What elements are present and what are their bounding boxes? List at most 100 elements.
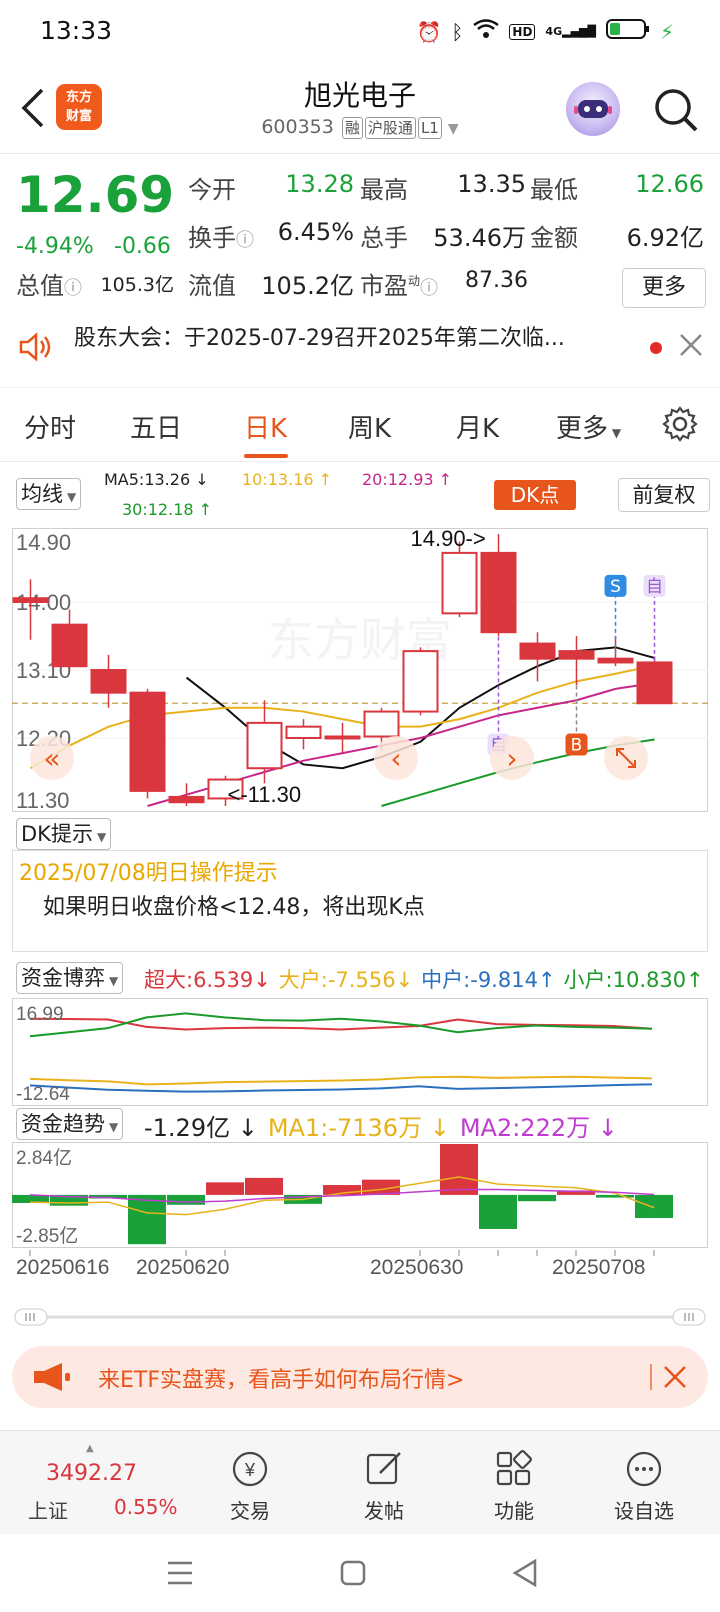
float-value: 105.2亿 [261, 272, 354, 300]
hint-text: 如果明日收盘价格<12.48，将出现K点 [43, 895, 425, 920]
candle-body [636, 661, 673, 705]
candle-body [90, 669, 127, 694]
announcement-bar[interactable]: 股东大会：于2025-07-29召开2025年第二次临... [0, 318, 720, 388]
price-adjust-button[interactable]: 前复权 [618, 478, 710, 512]
candle-body [519, 642, 556, 660]
dk-hint-box: 2025/07/08明日操作提示 如果明日收盘价格<12.48，将出现K点 [12, 850, 708, 952]
search-icon[interactable] [652, 86, 700, 138]
fund-game-chart[interactable]: 16.99 -12.64 [12, 998, 708, 1106]
candle-body [51, 623, 88, 668]
fund-trend-select[interactable]: 资金趋势 ▼ [16, 1108, 124, 1140]
y-tick-label: 11.30 [16, 788, 69, 812]
battery-icon [605, 18, 650, 45]
more-quote-button[interactable]: 更多 [622, 268, 706, 308]
speaker-icon [18, 332, 54, 366]
ma30-label: 30:12.18 ↑ [122, 500, 213, 519]
wifi-icon [473, 19, 500, 44]
tab-monthly-k[interactable]: 月K [456, 408, 499, 445]
index-percent[interactable]: 0.55% [114, 1495, 178, 1519]
nav-functions[interactable]: 功能 [464, 1449, 564, 1524]
fund-game-legend: 超大:6.539↓ 大户:-7.556↓ 中户:-9.814↑ 小户:10.830↑ [144, 964, 704, 994]
fund-trend-chart[interactable]: 2.84亿 -2.85亿 [11, 1142, 708, 1248]
nav-trade[interactable]: ¥ 交易 [200, 1449, 300, 1524]
legend-item: 中户:-9.814↑ [421, 968, 556, 992]
open-label: 今开 [188, 176, 236, 204]
svg-text:›: › [506, 742, 517, 775]
chart-nav-button[interactable]: › [490, 736, 534, 780]
float-label: 流值 [188, 272, 236, 300]
amount-value: 6.92亿 [626, 224, 704, 252]
announcement-text[interactable]: 股东大会：于2025-07-29召开2025年第二次临... [74, 320, 565, 352]
candle-body [285, 725, 322, 740]
close-notice-icon[interactable] [678, 332, 704, 362]
unread-dot [650, 342, 662, 354]
more-circle-icon [626, 1451, 662, 1487]
promo-text[interactable]: 来ETF实盘赛，看高手如何布局行情> [98, 1362, 464, 1394]
chart-nav-button[interactable]: « [30, 736, 74, 780]
change-percent: -4.94% [16, 234, 94, 259]
system-navigation-bar [0, 1534, 720, 1612]
x-tick-label: 20250616 [16, 1256, 109, 1278]
dk-point-button[interactable]: DK点 [494, 480, 576, 510]
ma-select[interactable]: 均线 ▼ [16, 478, 82, 510]
kline-svg[interactable]: 14.9014.0013.1012.2011.30东方财富14.90-><-11… [12, 526, 708, 813]
nav-watchlist[interactable]: 设自选 [594, 1449, 694, 1524]
chart-scrollbar[interactable] [14, 1308, 706, 1326]
tab-five-day[interactable]: 五日 [130, 408, 182, 445]
bluetooth-icon: ᛒ [451, 19, 464, 44]
dk-hint-select[interactable]: DK提示 ▼ [16, 818, 112, 850]
status-icons: ⏰ ᛒ HD 4G▂▄▆█ ⚡ [416, 18, 674, 45]
close-banner-icon[interactable] [662, 1364, 688, 1394]
tab-intraday[interactable]: 分时 [24, 408, 76, 445]
index-name[interactable]: 上证 [28, 1495, 68, 1524]
tab-weekly-k[interactable]: 周K [348, 408, 391, 445]
candle-body [441, 551, 478, 615]
active-tab-indicator [244, 454, 288, 458]
turnover-label: 换手ⓘ [188, 224, 254, 252]
x-tick-label: 20250620 [136, 1256, 229, 1278]
date-axis: 20250616 20250620 20250630 20250708 [12, 1250, 708, 1279]
nav-post[interactable]: 发帖 [334, 1449, 434, 1524]
y-tick-label: 16.99 [16, 1004, 64, 1025]
alarm-icon: ⏰ [416, 19, 442, 44]
assistant-robot-icon[interactable] [566, 82, 620, 136]
candle-body [12, 597, 49, 603]
legend-item: 大户:-7.556↓ [278, 968, 414, 992]
x-tick-label: 20250630 [370, 1256, 463, 1278]
bottom-navigation: 3492.27 ▲ 上证 0.55% ¥ 交易 发帖 功能 设自选 [0, 1430, 720, 1534]
quote-panel: 12.69 -4.94% -0.66 今开 13.28 最高 13.35 最低 … [0, 156, 720, 316]
trade-icon: ¥ [232, 1451, 268, 1487]
recent-apps-icon[interactable] [166, 1560, 194, 1590]
chart-nav-button[interactable]: ‹ [374, 736, 418, 780]
legend-item: 小户:10.830↑ [563, 968, 704, 992]
series-line [29, 1075, 653, 1086]
fullscreen-icon[interactable] [604, 736, 648, 780]
back-triangle-icon[interactable] [512, 1558, 538, 1592]
signal-icon: 4G▂▄▆█ [545, 25, 596, 38]
tab-daily-k[interactable]: 日K [244, 408, 287, 445]
index-value[interactable]: 3492.27 [46, 1461, 137, 1486]
settings-gear-icon[interactable] [662, 406, 698, 446]
dropdown-icon[interactable]: ▼ [448, 121, 459, 137]
low-value: 12.66 [635, 170, 704, 198]
signal-text: S [610, 577, 621, 597]
change-amount: -0.66 [114, 234, 171, 259]
charging-icon: ⚡ [659, 19, 674, 44]
info-icon: ⓘ [64, 278, 82, 299]
promo-banner[interactable]: 来ETF实盘赛，看高手如何布局行情> [12, 1346, 708, 1408]
flow-bar [245, 1177, 283, 1195]
volume-value: 53.46万 [433, 224, 526, 252]
info-icon: ⓘ [236, 230, 254, 251]
fund-game-select[interactable]: 资金博弈 ▼ [16, 962, 124, 994]
high-value: 13.35 [457, 170, 526, 198]
stock-code: 600353 [261, 116, 334, 138]
status-time: 13:33 [40, 16, 113, 45]
kline-chart[interactable]: 14.9014.0013.1012.2011.30东方财富14.90-><-11… [12, 526, 708, 813]
market-cap-value: 105.3亿 [100, 274, 174, 296]
tab-more[interactable]: 更多 ▼ [556, 408, 621, 445]
flow-bar [440, 1144, 478, 1195]
banner-divider [650, 1364, 652, 1390]
ma20-label: 20:12.93 ↑ [362, 470, 453, 489]
home-icon[interactable] [340, 1560, 366, 1590]
margin-tag: 融 [341, 117, 363, 139]
